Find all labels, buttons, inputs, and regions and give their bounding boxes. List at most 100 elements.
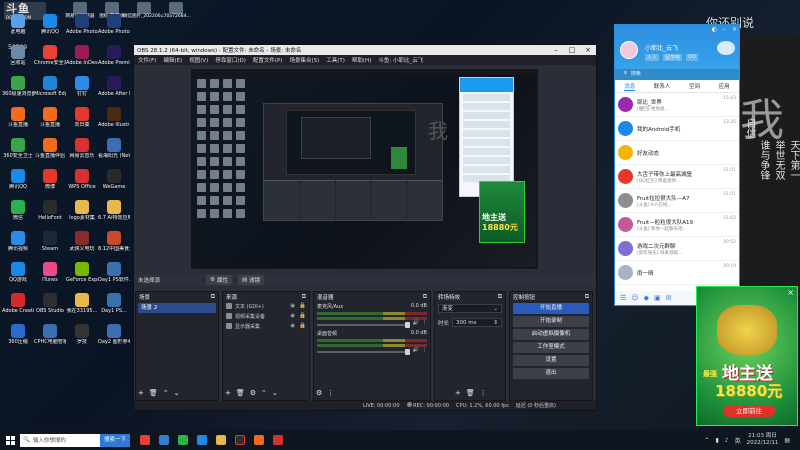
trash-icon[interactable]: 🗑 [149, 389, 158, 397]
volume-slider[interactable] [317, 321, 410, 328]
eye-icon[interactable]: ◉ [290, 313, 295, 319]
desktop-shortcut[interactable]: OBS Studio [34, 291, 66, 322]
obs-preview[interactable]: 我 地主送 18880元 [191, 69, 538, 269]
desktop-shortcut[interactable]: 360安全卫士 [2, 136, 34, 167]
qq-panel[interactable]: ◐ – × 小耶比_云飞 人人 留学吧 QQ 🔍 搜索 消息 联系人 空间 应用… [614, 24, 740, 306]
desktop-shortcut[interactable]: 武侠乂电玩 [66, 229, 98, 260]
desktop-shortcut[interactable]: Day1 PS... [98, 291, 130, 322]
mail-icon[interactable]: ✉ [666, 294, 672, 302]
chevron-up-icon[interactable]: ⌃ [163, 389, 169, 397]
desktop-shortcut[interactable]: Day2 图形参考... [98, 322, 130, 353]
close-icon[interactable]: × [580, 45, 596, 55]
desktop-shortcut[interactable]: 微博 [34, 167, 66, 198]
desktop-shortcut[interactable]: 斗鱼直播 [34, 105, 66, 136]
chevron-down-icon[interactable]: ⌄ [174, 389, 180, 397]
qq-conversation[interactable]: 耶比_世界 [撤回] 给你发... 15:43 [615, 93, 739, 117]
weather-icon[interactable] [717, 41, 735, 55]
menu-dots-icon[interactable]: ⋮ [422, 320, 427, 326]
tab-apps[interactable]: 应用 [719, 82, 730, 90]
duration-input[interactable]: 300 ms ⇕ [452, 318, 502, 327]
qq-conversation[interactable]: 大舌子带你上最高城堡 [QQ红包] 恭喜发财... 21:01 [615, 165, 739, 189]
desktop-shortcut[interactable]: Adobe Premie... [98, 43, 130, 74]
lock-icon[interactable]: 🔒 [299, 323, 306, 329]
menu-dots-icon[interactable]: ⋮ [327, 389, 334, 397]
qq-tag[interactable]: 留学吧 [663, 54, 683, 61]
minimize-icon[interactable]: – [548, 45, 564, 55]
desktop-shortcut[interactable]: 腾讯QQ [34, 12, 66, 43]
chrome-icon[interactable] [140, 435, 151, 445]
desktop-shortcut[interactable]: logo素材集 [66, 198, 98, 229]
add-icon[interactable]: + [138, 389, 144, 397]
taskbar-search-input[interactable]: 🔍 输入你想搜的 [20, 433, 100, 447]
desktop-shortcut[interactable]: Steam [34, 229, 66, 260]
obs-menu-item[interactable]: 斗鱼: 小耶比_云飞 [378, 56, 423, 64]
scene-item[interactable]: 场景 2 [138, 303, 216, 313]
settings-button[interactable]: 设置 [513, 355, 589, 366]
desktop-shortcut[interactable]: Adobe Creati... [2, 291, 34, 322]
desktop-shortcut[interactable]: Microsoft Edge [34, 74, 66, 105]
desktop-shortcut[interactable]: 罗技 [66, 322, 98, 353]
game-ad-popup[interactable]: × 最强 地主送 18880元 立即前往 [696, 286, 798, 426]
obs-window[interactable]: OBS 28.1.2 (64-bit, windows) - 配置文件: 未命名… [133, 44, 597, 411]
desktop-shortcut[interactable]: 微信 [2, 198, 34, 229]
tab-contacts[interactable]: 联系人 [654, 82, 671, 90]
desktop-shortcut[interactable]: 360极速浏览器 [2, 74, 34, 105]
desktop-shortcut[interactable]: 6.7 Ai特效应用 [98, 198, 130, 229]
obs-menu-item[interactable]: 帮助(H) [352, 56, 371, 64]
menu-dots-icon[interactable]: ⋮ [422, 347, 427, 353]
obs-menu-item[interactable]: 场景集合(S) [289, 56, 319, 64]
qq-conversation[interactable]: 好友动态 [615, 141, 739, 165]
network-icon[interactable]: ▮ [715, 437, 718, 444]
transition-select[interactable]: 渐变 ⌄ [438, 304, 502, 313]
tray-expand-icon[interactable]: ⌃ [704, 437, 709, 444]
desktop-shortcut[interactable]: HelloFont [34, 198, 66, 229]
slider-knob[interactable] [404, 321, 410, 328]
desktop-shortcut[interactable]: 我在33195... [66, 291, 98, 322]
start-virtual-camera-button[interactable]: 启动虚拟摄像机 [513, 329, 589, 340]
taskbar-search-button[interactable]: 搜索一下 [100, 433, 131, 447]
lock-icon[interactable]: 🔒 [299, 313, 306, 319]
desktop-shortcut[interactable]: Adobe Photosh... [98, 12, 130, 43]
qq-conversation[interactable]: Fruit拉拉很大队—A7 [斗鱼] 6人在线... 21:01 [615, 189, 739, 213]
desktop-shortcut[interactable]: GeForce Experience [66, 260, 98, 291]
qq-tag[interactable]: 人人 [645, 54, 660, 61]
trash-icon[interactable]: 🗑 [466, 389, 475, 397]
speaker-icon[interactable]: 🔊 [413, 347, 419, 353]
menu-dots-icon[interactable]: ⋮ [480, 389, 487, 397]
desktop-shortcut[interactable]: WeGame [98, 167, 130, 198]
lock-icon[interactable]: 🔒 [299, 303, 306, 309]
minimize-icon[interactable]: – [723, 26, 726, 33]
file-explorer-icon[interactable] [216, 435, 227, 445]
desktop-shortcut[interactable]: 网易云音乐 [66, 136, 98, 167]
chevron-down-icon[interactable]: ⌄ [272, 389, 278, 397]
trash-icon[interactable]: 🗑 [236, 389, 245, 397]
qq-tag[interactable]: QQ [686, 54, 698, 61]
source-item[interactable]: 显示器采集 ◉ 🔒 [223, 321, 309, 331]
ad-go-button[interactable]: 立即前往 [723, 405, 775, 417]
skin-icon[interactable]: ◐ [712, 26, 717, 33]
desktop-shortcut[interactable]: 360压缩 [2, 322, 34, 353]
start-recording-button[interactable]: 开始录制 [513, 316, 589, 327]
desktop-shortcut[interactable]: 此电脑 [2, 12, 34, 43]
desktop-shortcut[interactable]: Chrome安全浏览器 [34, 43, 66, 74]
source-item[interactable]: 文本 (GDI+) ◉ 🔒 [223, 301, 309, 311]
desktop-shortcut[interactable]: Adobe Photosh... [66, 12, 98, 43]
obs-icon[interactable] [235, 435, 246, 445]
speaker-icon[interactable]: 🔊 [413, 320, 419, 326]
exit-button[interactable]: 退出 [513, 368, 589, 379]
dock-float-icon[interactable]: ⧉ [423, 293, 427, 301]
desktop-shortcut[interactable]: 斗鱼直播伴侣 [34, 136, 66, 167]
desktop-shortcut[interactable]: CPHC电脑管家 [34, 322, 66, 353]
desktop-shortcut[interactable]: iTunes [34, 260, 66, 291]
input-language[interactable]: 英 [735, 436, 741, 445]
qq-icon[interactable] [197, 435, 208, 445]
dock-float-icon[interactable]: ⧉ [585, 293, 589, 301]
close-icon[interactable]: × [787, 288, 794, 297]
desktop-shortcut[interactable]: Adobe After Effects 2020 [98, 74, 130, 105]
tab-messages[interactable]: 消息 [624, 82, 636, 91]
desktop-shortcut[interactable]: Adobe Illustrat... [98, 105, 130, 136]
desktop-shortcut[interactable]: c70a72684... [161, 2, 191, 28]
desktop-shortcut[interactable]: 回收站 [2, 43, 34, 74]
dock-float-icon[interactable]: ⧉ [498, 293, 502, 301]
desktop-shortcut[interactable]: 腾讯QQ [2, 167, 34, 198]
